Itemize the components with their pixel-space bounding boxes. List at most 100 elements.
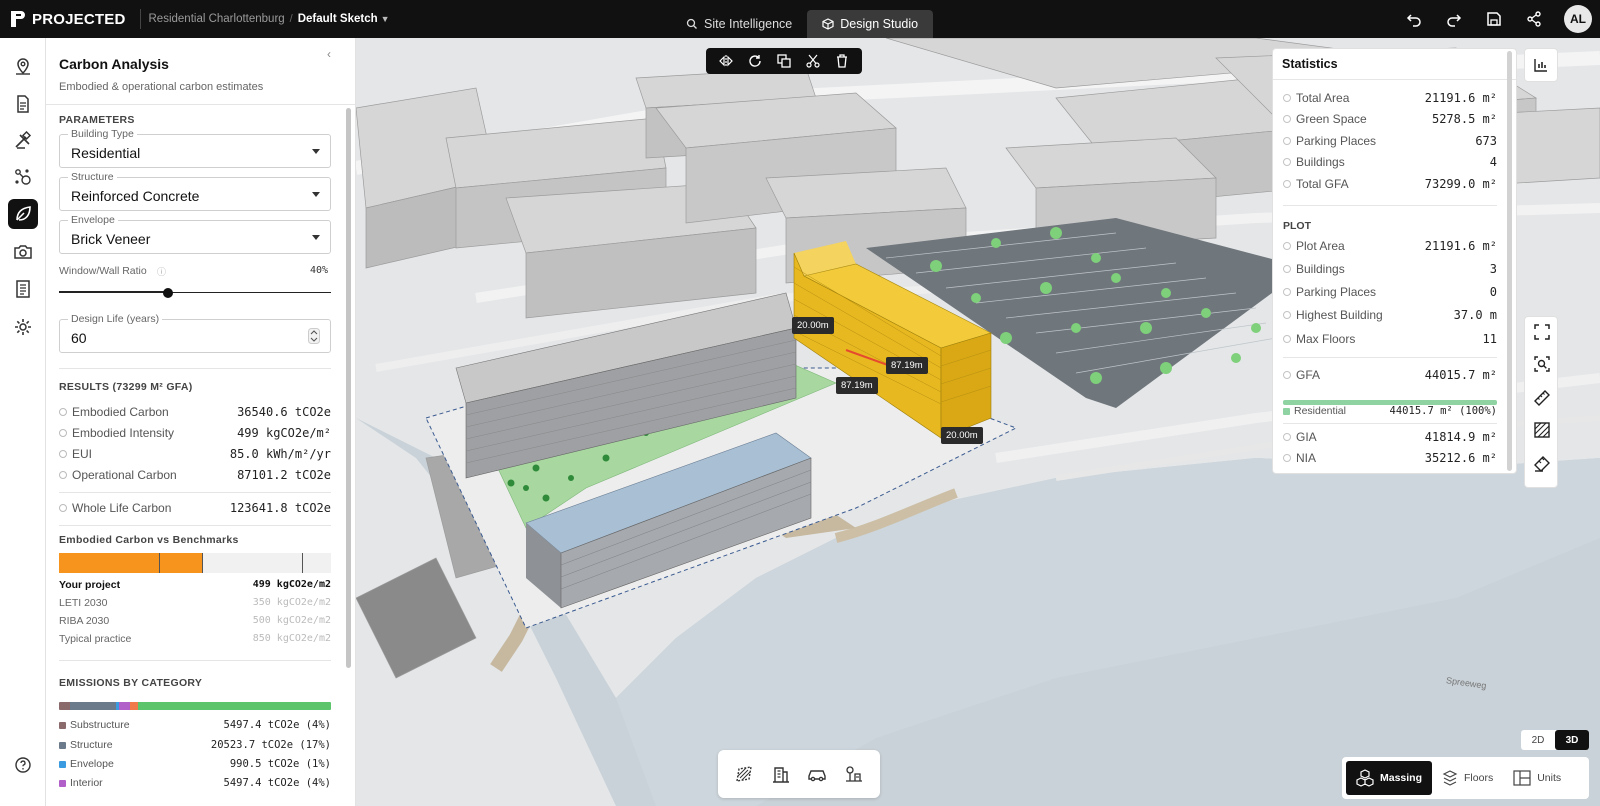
dropdown-arrow-icon xyxy=(312,149,320,154)
info-dot-icon xyxy=(1283,311,1291,319)
tab-design-studio[interactable]: Design Studio xyxy=(807,10,934,38)
undo-icon xyxy=(1406,14,1421,27)
share-icon xyxy=(1527,11,1541,27)
wwr-slider-thumb[interactable] xyxy=(162,288,173,298)
balance-icon xyxy=(15,131,32,149)
stepper-icon[interactable] xyxy=(308,328,320,344)
field-label: Envelope xyxy=(68,214,118,226)
divider xyxy=(59,660,331,661)
rail-report-button[interactable] xyxy=(8,274,38,304)
structure-select[interactable]: Structure Reinforced Concrete xyxy=(59,171,331,211)
category-label: Envelope xyxy=(70,758,114,770)
trash-icon[interactable] xyxy=(835,54,849,68)
stat-label: Buildings xyxy=(1296,155,1345,169)
car-icon[interactable] xyxy=(807,764,827,784)
area-ruler-icon xyxy=(1534,456,1550,472)
view-mode-toggle: 2D 3D xyxy=(1521,730,1589,750)
info-dot-icon xyxy=(59,471,67,479)
stat-label: Green Space xyxy=(1296,112,1367,126)
section-button[interactable] xyxy=(1531,419,1553,441)
scissors-icon[interactable] xyxy=(806,54,820,68)
edit-toolbar xyxy=(706,48,862,74)
undo-button[interactable] xyxy=(1394,0,1434,38)
statistics-toggle-button[interactable] xyxy=(1524,48,1558,82)
duplicate-icon[interactable] xyxy=(777,54,791,68)
help-icon xyxy=(15,757,31,773)
fullscreen-button[interactable] xyxy=(1531,321,1553,343)
share-button[interactable] xyxy=(1514,0,1554,38)
result-label: Whole Life Carbon xyxy=(72,501,172,515)
category-swatch xyxy=(59,761,66,768)
result-value: 499 kgCO2e/m² xyxy=(237,426,331,440)
measure-button[interactable] xyxy=(1531,387,1553,409)
field-label: Design Life (years) xyxy=(68,313,163,325)
mode-floors-tab[interactable]: Floors xyxy=(1432,761,1503,795)
divider xyxy=(1273,79,1516,80)
stat-value: 673 xyxy=(1475,134,1497,148)
benchmark-label: RIBA 2030 xyxy=(59,615,110,627)
rail-settings-button[interactable] xyxy=(8,312,38,342)
camera-icon xyxy=(14,245,32,259)
cube-icon xyxy=(822,18,834,30)
mode-units-tab[interactable]: Units xyxy=(1503,761,1571,795)
category-bar-segment xyxy=(129,702,138,710)
mode-massing-tab[interactable]: Massing xyxy=(1346,761,1433,795)
rail-brief-button[interactable] xyxy=(8,89,38,119)
draw-area-icon[interactable] xyxy=(734,764,754,784)
stat-value: 44015.7 m² (100%) xyxy=(1389,405,1497,417)
stat-label: Buildings xyxy=(1296,262,1345,276)
category-bar-segment xyxy=(118,702,130,710)
stat-value: 35212.6 m² xyxy=(1424,451,1497,465)
left-rail xyxy=(0,38,46,806)
stat-label: Plot Area xyxy=(1296,239,1345,253)
benchmark-value: 850 kgCO2e/m2 xyxy=(252,633,331,644)
rail-compliance-button[interactable] xyxy=(8,126,38,156)
rail-carbon-button[interactable] xyxy=(8,199,38,229)
ruler-icon xyxy=(1534,390,1550,406)
panel-scrollbar[interactable] xyxy=(346,108,351,668)
divider xyxy=(1283,357,1497,358)
landscape-icon[interactable] xyxy=(844,764,864,784)
mode-label: Floors xyxy=(1464,772,1494,784)
select-value: Reinforced Concrete xyxy=(71,188,200,204)
benchmark-label: Your project xyxy=(59,579,121,591)
zoom-extent-icon xyxy=(1534,356,1550,372)
benchmark-row: RIBA 2030 500 kgCO2e/m2 xyxy=(59,615,331,631)
building-type-select[interactable]: Building Type Residential xyxy=(59,128,331,168)
breadcrumb-project[interactable]: Residential Charlottenburg xyxy=(149,13,285,25)
stat-row: Total GFA 73299.0 m² xyxy=(1283,177,1497,193)
stat-label: Total Area xyxy=(1296,91,1350,105)
molecule-icon xyxy=(15,169,31,185)
design-life-input[interactable]: Design Life (years) 60 xyxy=(59,313,331,353)
info-dot-icon xyxy=(1283,288,1291,296)
result-label: EUI xyxy=(72,447,93,461)
zoom-extent-button[interactable] xyxy=(1531,353,1553,375)
rail-site-button[interactable] xyxy=(8,52,38,82)
rail-render-button[interactable] xyxy=(8,237,38,267)
envelope-select[interactable]: Envelope Brick Veneer xyxy=(59,214,331,254)
view-2d-button[interactable]: 2D xyxy=(1521,730,1555,750)
breadcrumb-sketch[interactable]: Default Sketch xyxy=(298,13,378,25)
logo[interactable]: PROJECTED xyxy=(10,10,126,28)
stat-row: Plot Area 21191.6 m² xyxy=(1283,239,1497,255)
user-avatar[interactable]: AL xyxy=(1564,5,1592,33)
rotate-icon[interactable] xyxy=(748,54,762,68)
plot-heading: PLOT xyxy=(1283,220,1311,232)
mirror-icon[interactable] xyxy=(719,54,734,68)
rail-help-button[interactable] xyxy=(8,750,38,780)
result-label: Operational Carbon xyxy=(72,468,177,482)
result-value: 85.0 kWh/m²/yr xyxy=(229,447,331,461)
info-dot-icon xyxy=(1283,265,1291,273)
rail-analysis-button[interactable] xyxy=(8,162,38,192)
building-icon[interactable] xyxy=(771,764,791,784)
tab-site-intelligence[interactable]: Site Intelligence xyxy=(671,10,807,38)
redo-button[interactable] xyxy=(1434,0,1474,38)
statistics-scrollbar[interactable] xyxy=(1507,51,1512,471)
divider xyxy=(46,104,355,105)
area-measure-button[interactable] xyxy=(1531,453,1553,475)
chevron-down-icon[interactable]: ▼ xyxy=(381,14,390,24)
bar-chart-icon xyxy=(1534,59,1547,72)
collapse-chevron-icon[interactable]: ‹ xyxy=(327,47,341,61)
view-3d-button[interactable]: 3D xyxy=(1555,730,1589,750)
save-button[interactable] xyxy=(1474,0,1514,38)
